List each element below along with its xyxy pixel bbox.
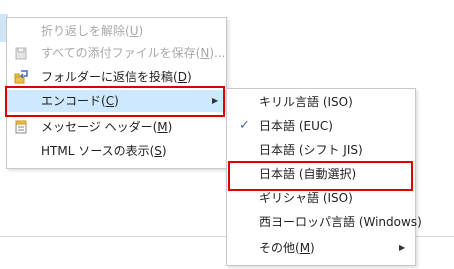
menu-item-encoding[interactable]: エンコード(C) ▶ [7, 90, 226, 112]
encoding-item-japanese-shift-jis[interactable]: 日本語 (シフト JIS) [227, 139, 415, 161]
encoding-item-label: 日本語 (シフト JIS) [259, 143, 363, 157]
encoding-item-label: 日本語 (EUC) [259, 119, 333, 133]
mnemonic: D [177, 70, 187, 84]
menu-item-suffix: ) [167, 120, 173, 134]
encoding-more-label: その他( [259, 241, 300, 255]
encoding-item-cyrillic-iso[interactable]: キリル言語 (ISO) [227, 91, 415, 113]
encoding-item-more[interactable]: その他(M) ▶ [227, 237, 415, 259]
menu-item-label: フォルダーに返信を投稿( [41, 70, 178, 84]
encoding-item-label: 日本語 (自動選択) [259, 167, 357, 181]
menu-item-suffix: ) [138, 24, 144, 38]
menu-item-label: HTML ソースの表示( [41, 144, 155, 158]
encoding-item-japanese-auto[interactable]: 日本語 (自動選択) [227, 163, 415, 185]
menu-item-label: メッセージ ヘッダー( [41, 120, 158, 134]
encoding-item-label: キリル言語 (ISO) [259, 95, 353, 109]
post-reply-folder-icon [14, 70, 28, 84]
check-icon: ✓ [239, 118, 250, 133]
menu-item-label: 折り返しを解除( [41, 24, 130, 38]
menu-item-unwrap[interactable]: 折り返しを解除(U) [7, 20, 226, 42]
context-menu: 折り返しを解除(U) すべての添付ファイルを保存(N)... フォルダーに返信を… [6, 17, 227, 169]
encoding-item-label: ギリシャ語 (ISO) [259, 191, 353, 205]
encoding-item-greek-iso[interactable]: ギリシャ語 (ISO) [227, 187, 415, 209]
encoding-item-japanese-euc[interactable]: ✓ 日本語 (EUC) [227, 115, 415, 137]
menu-item-suffix: ) [161, 144, 167, 158]
mnemonic: C [105, 94, 115, 108]
submenu-arrow-icon: ▶ [399, 243, 406, 252]
menu-item-suffix: )... [209, 46, 226, 60]
menu-item-suffix: ) [186, 70, 192, 84]
mnemonic: M [299, 241, 311, 255]
menu-item-label: すべての添付ファイルを保存( [41, 46, 201, 60]
menu-item-message-header[interactable]: メッセージ ヘッダー(M) [7, 116, 226, 138]
message-header-icon [15, 120, 27, 134]
save-attachments-icon [15, 47, 27, 60]
menu-item-label: エンコード( [41, 94, 106, 108]
submenu-arrow-icon: ▶ [212, 96, 219, 105]
mnemonic: N [200, 46, 210, 60]
menu-item-post-reply-to-folder[interactable]: フォルダーに返信を投稿(D) [7, 66, 226, 88]
encoding-item-label: 西ヨーロッパ言語 (Windows) [259, 215, 422, 229]
mnemonic: M [157, 120, 168, 134]
menu-item-view-html-source[interactable]: HTML ソースの表示(S) [7, 140, 226, 162]
mnemonic: S [154, 144, 162, 158]
encoding-item-western-european-windows[interactable]: 西ヨーロッパ言語 (Windows) [227, 211, 422, 233]
encoding-more-suffix: ) [310, 241, 315, 255]
menu-item-save-attachments[interactable]: すべての添付ファイルを保存(N)... [7, 42, 226, 64]
menu-item-suffix: ) [114, 94, 119, 108]
encoding-submenu: キリル言語 (ISO) ✓ 日本語 (EUC) 日本語 (シフト JIS) 日本… [226, 88, 422, 266]
